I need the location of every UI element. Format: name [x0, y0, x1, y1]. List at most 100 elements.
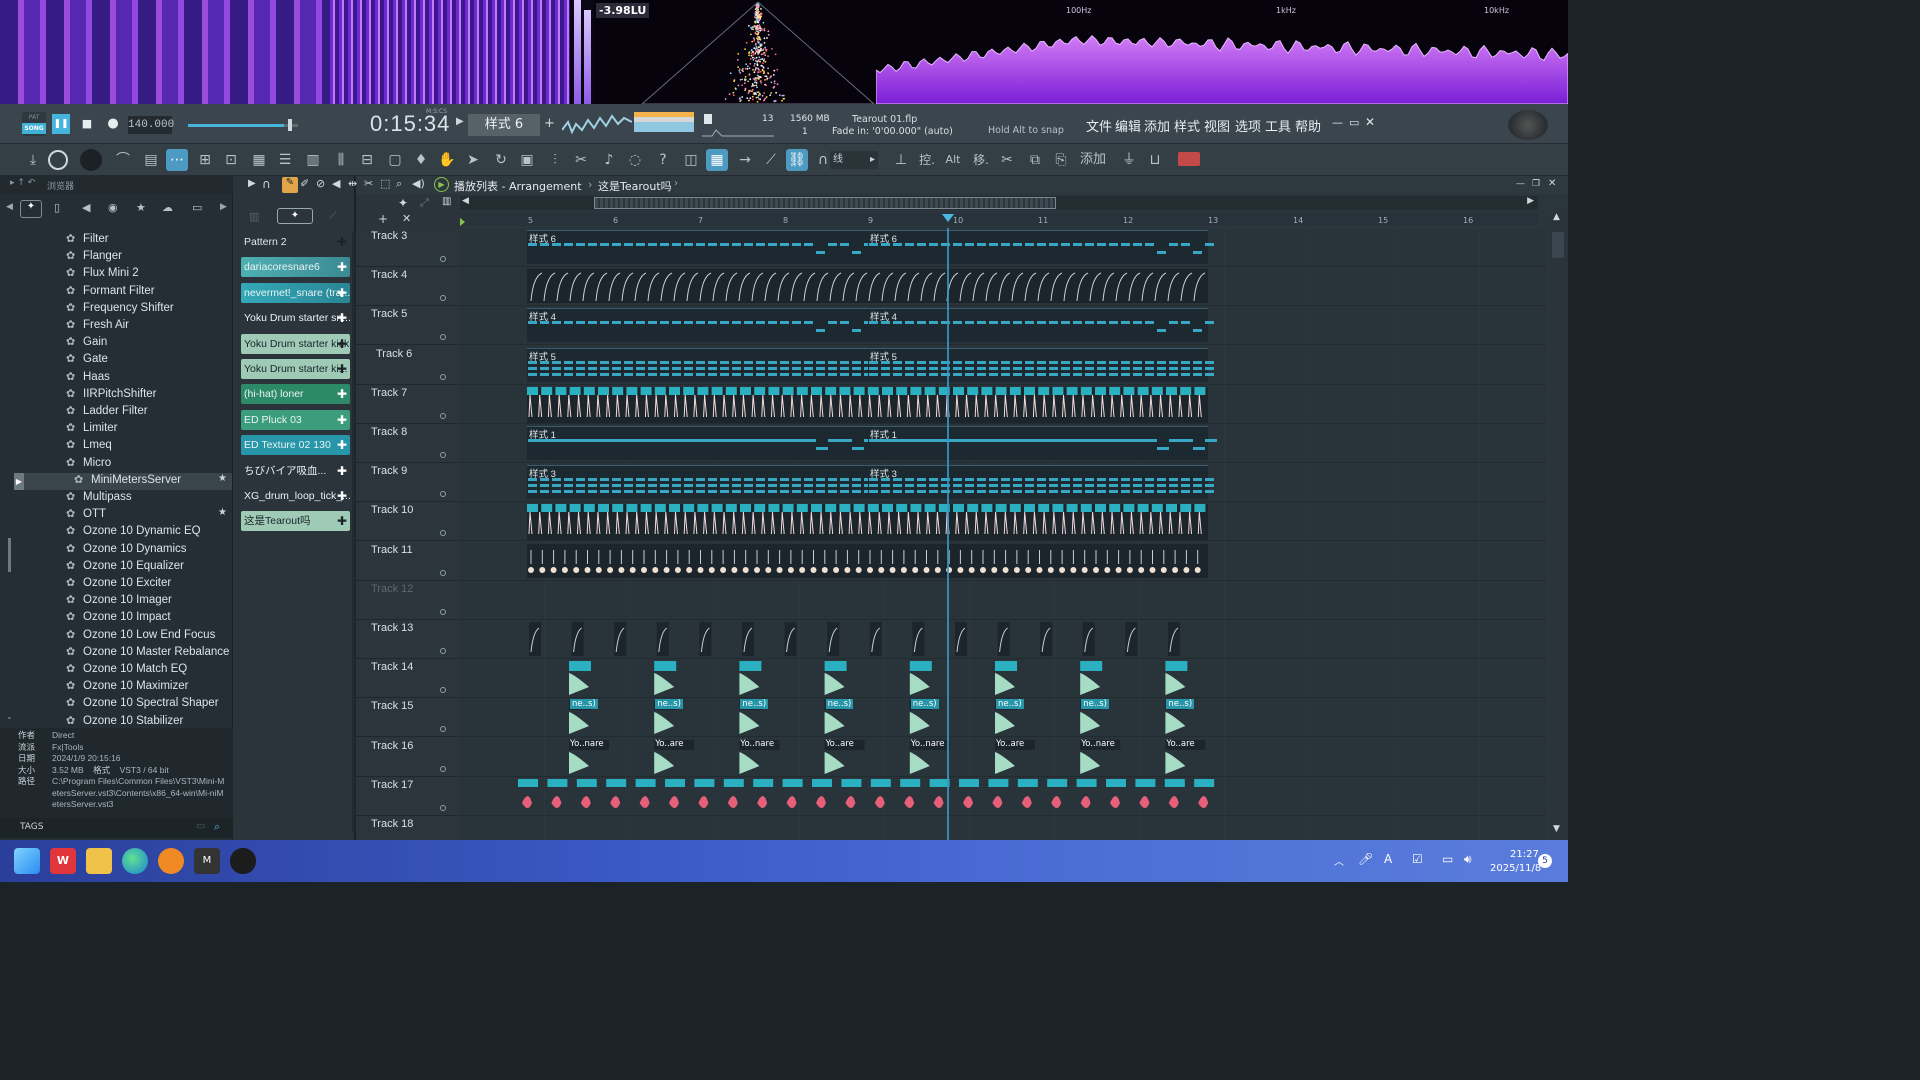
clip-pattern[interactable]: 样式 5 [868, 347, 1214, 382]
clip-label[interactable]: Yo..nare [911, 739, 945, 749]
browser-plugins-icon[interactable]: ◀ [82, 201, 90, 214]
browser-item[interactable]: ✿ MiniMetersServer ▶ ★ [14, 472, 232, 490]
picker-item-add-icon[interactable]: ✚ [337, 257, 347, 277]
step-edit-icon[interactable]: ▤ [140, 149, 162, 171]
browser-right-arrow-icon[interactable]: ▶ [220, 202, 227, 212]
picker-item[interactable]: dariacoresnare6 ✚ [241, 257, 350, 278]
clip-audio-row[interactable]: Yo..nare Yo..are Yo..nare Yo..are Yo..nare Yo… [569, 739, 1209, 776]
browser-globe-icon[interactable]: ◉ [108, 201, 118, 214]
copy-icon[interactable]: ⧉ [1024, 149, 1046, 171]
favorite-star-icon[interactable]: ★ [218, 473, 227, 484]
tray-font-icon[interactable]: A [1384, 852, 1392, 866]
picker-item-add-icon[interactable]: ✚ [337, 232, 347, 252]
browser-star-icon[interactable]: ★ [136, 201, 146, 214]
menu-view[interactable]: 视图 [1204, 116, 1230, 135]
scroll-thumb[interactable] [1552, 232, 1564, 258]
clip-pattern[interactable]: 样式 4 [527, 308, 873, 343]
draw-tool-icon[interactable]: ✎ [282, 177, 298, 193]
overview-left-arrow-icon[interactable]: ◀ [462, 196, 469, 206]
add-button[interactable]: 添加 [1078, 149, 1108, 171]
clip-label[interactable]: ne..s) [996, 699, 1024, 710]
scissors-icon[interactable]: ✂ [996, 149, 1018, 171]
alt-button[interactable]: Alt [942, 149, 964, 171]
playlist-breadcrumb[interactable]: 这是Tearout吗 [598, 178, 672, 194]
loop-record-icon[interactable]: ⊡ [220, 149, 242, 171]
picker-item[interactable]: XG_drum_loop_tick_... ✚ [241, 486, 350, 506]
clip-pattern[interactable]: 样式 3 [868, 465, 1214, 500]
browser-item[interactable]: ✿ Haas [66, 370, 110, 387]
breadcrumb-arrow-icon[interactable]: › [674, 178, 678, 189]
start-button-icon[interactable] [14, 848, 40, 874]
clip-label[interactable]: Yo..are [1166, 739, 1194, 749]
clip-audio-row[interactable] [516, 778, 1216, 815]
browser-item[interactable]: ✿ Flanger [66, 249, 122, 266]
track-header[interactable]: Track 5 [356, 306, 458, 346]
mixer-icon[interactable]: ⫶ [544, 149, 566, 171]
track-mute-dot[interactable] [440, 334, 446, 341]
browser-item[interactable]: ✿ Ladder Filter [66, 404, 148, 421]
clip-notes[interactable] [868, 321, 1214, 341]
clip-label[interactable]: ne..s) [1166, 699, 1195, 710]
paste-icon[interactable]: ⎘ [1050, 149, 1072, 171]
browser-item[interactable]: ✿ Gain [66, 335, 107, 352]
tray-volume-icon[interactable]: 🔊︎ [1464, 852, 1472, 867]
clip-pattern[interactable]: 样式 1 [527, 426, 876, 460]
clip-pattern[interactable]: 样式 1 [868, 426, 1217, 460]
track-mute-dot[interactable] [440, 373, 446, 380]
maximize-button[interactable]: ▭ [1349, 116, 1359, 129]
browser-item[interactable]: ✿ Ozone 10 Maximizer [66, 679, 188, 696]
playlist-overview-bar[interactable]: ◀ ▶ [460, 196, 1538, 210]
paint-tool-icon[interactable]: ✐ [300, 177, 309, 190]
picker-item-add-icon[interactable]: ✚ [337, 308, 347, 328]
mic-icon[interactable]: ♪ [598, 149, 620, 171]
track-mute-dot[interactable] [440, 256, 446, 262]
shop-icon[interactable]: ⊔ [1144, 149, 1166, 171]
vertical-scrollbar[interactable]: ▲ ▼ [1548, 212, 1568, 840]
menu-tools[interactable]: 工具 [1265, 116, 1291, 135]
slice-tool-icon[interactable]: ✂ [364, 177, 373, 190]
browser-item[interactable]: ✿ Lmeq [66, 438, 112, 455]
tray-mic-icon[interactable]: 🎤︎ [1358, 852, 1373, 866]
clip-label[interactable]: Yo..nare [1081, 739, 1115, 749]
magnet-snap-icon[interactable]: ∩ [262, 177, 271, 191]
browser-item[interactable]: ✿ Ozone 10 Spectral Shaper [66, 696, 219, 713]
clip-label[interactable]: Yo..nare [570, 739, 604, 749]
track-header[interactable]: Track 4 [356, 267, 458, 307]
browser-item[interactable]: ✿ Ozone 10 Master Rebalance [66, 645, 229, 662]
menu-file[interactable]: 文件 [1086, 116, 1112, 135]
picker-item-add-icon[interactable]: ✚ [337, 384, 347, 404]
select-tool-icon[interactable]: ⬚ [380, 177, 390, 190]
playlist-grid-icon[interactable]: ▥ [442, 196, 451, 207]
touch-controller-icon[interactable]: ✋ [436, 149, 458, 171]
track-mute-dot[interactable] [440, 530, 446, 537]
mixer-view-icon[interactable]: ⫼ [330, 149, 352, 171]
cut-tool-icon[interactable]: ✂ [570, 149, 592, 171]
stop-button[interactable]: ■ [78, 114, 96, 134]
clip-notes[interactable] [527, 243, 873, 263]
clip-audio-row[interactable] [527, 543, 1208, 578]
tray-network-icon[interactable]: ▭ [1442, 852, 1453, 866]
playlist-icon[interactable]: ◫ [680, 149, 702, 171]
add-pattern-button[interactable]: + [544, 116, 555, 131]
track-mute-dot[interactable] [440, 608, 446, 615]
picker-item[interactable]: ちびバイア吸血... ✚ [241, 461, 350, 481]
next-arrow-icon[interactable]: → [734, 149, 756, 171]
taskbar-time[interactable]: 21:27 [1510, 849, 1539, 860]
browser-item[interactable]: ✿ Ozone 10 Match EQ [66, 662, 187, 679]
snap-selector[interactable]: 线 ▸ [830, 151, 878, 169]
browser-item[interactable]: ✿ OTT ★ [66, 507, 227, 524]
master-volume-slider[interactable] [188, 119, 298, 131]
picker-item-add-icon[interactable]: ✚ [337, 461, 347, 481]
track-mute-dot[interactable] [440, 726, 446, 733]
track-header[interactable]: Track 7 [356, 384, 458, 424]
track-header[interactable]: Track 6 [356, 345, 458, 385]
pattern-selector[interactable]: 样式 6 [468, 114, 540, 136]
clip-label[interactable]: ne..s) [910, 699, 939, 710]
browser-item[interactable]: ✿ Fresh Air [66, 318, 129, 335]
clip-pattern[interactable]: 样式 4 [868, 308, 1214, 343]
plugin-database-icon[interactable]: ▢ [384, 149, 406, 171]
browser-item[interactable]: ✿ Limiter [66, 421, 118, 438]
tags-folder-icon[interactable]: ▭ [196, 821, 205, 832]
playback-tool-icon[interactable]: ◀) [412, 177, 425, 190]
picker-item-add-icon[interactable]: ✚ [337, 410, 347, 430]
